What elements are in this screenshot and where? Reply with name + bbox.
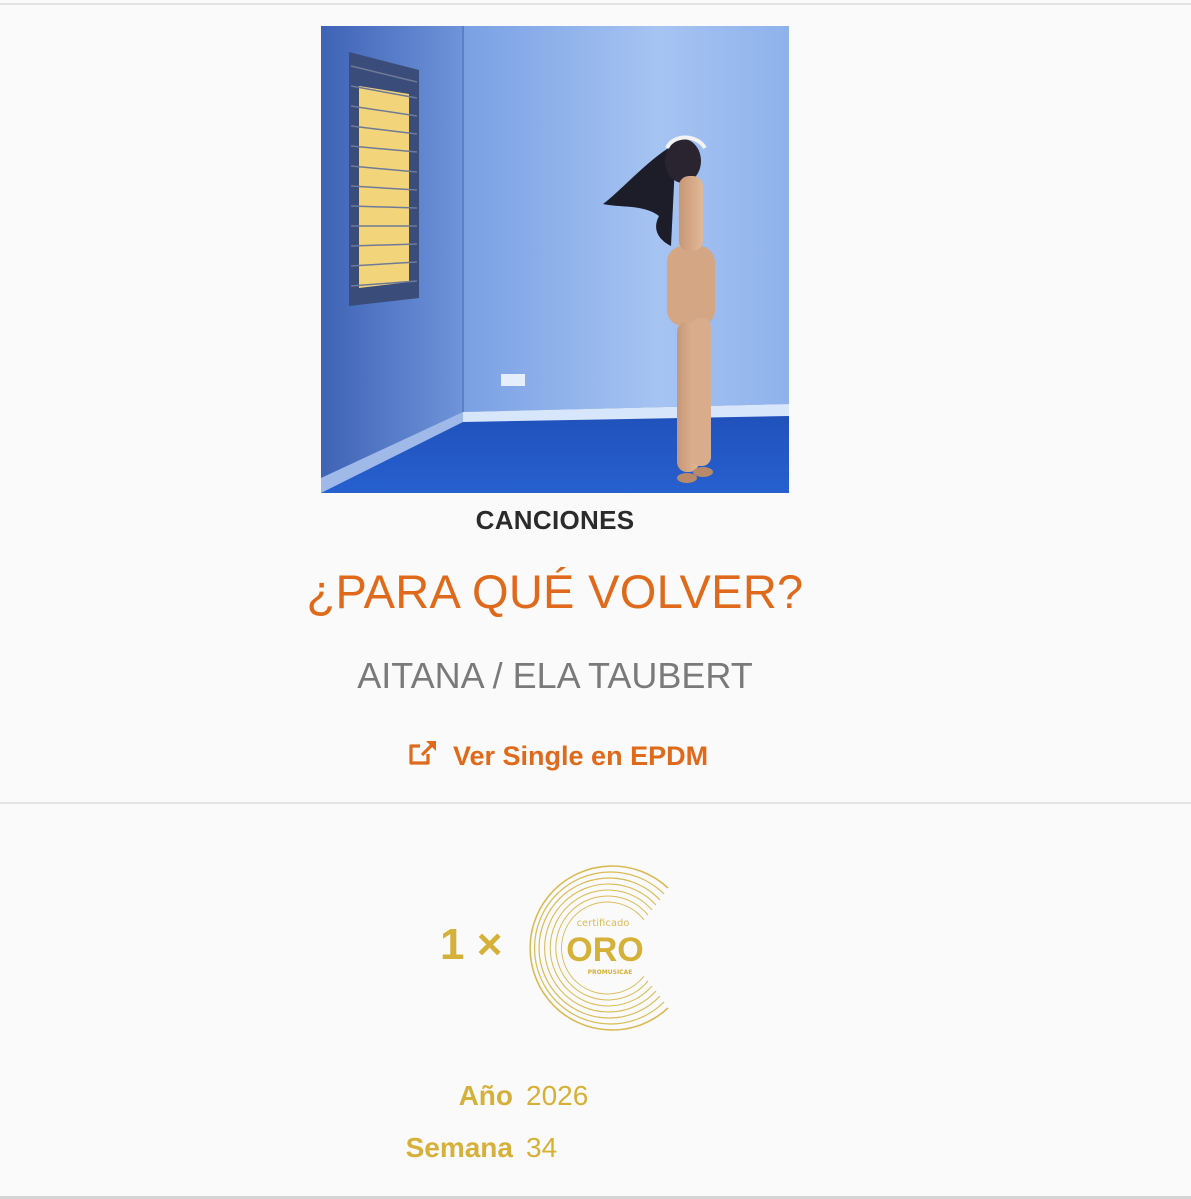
fact-label-week: Semana [405,1132,513,1163]
section-category-label: CANCIONES [475,505,635,535]
section-divider [0,802,1191,804]
top-divider [0,3,1191,5]
badge-promusicae-text: PROMUSICAE [588,969,633,976]
gold-certification-badge: certificado ORO PROMUSICAE [518,860,678,1041]
fact-value-year: 2026 [526,1080,589,1111]
fact-row-year: Año 2026 [0,1080,1191,1120]
badge-oro-text: ORO [566,931,643,969]
badge-certificado-text: certificado [577,918,630,929]
certification-multiplier: 1 × [440,920,503,969]
fact-label-year: Año [458,1080,513,1111]
external-link-icon [408,739,438,774]
fact-value-week: 34 [526,1132,558,1163]
song-title: ¿PARA QUÉ VOLVER? [306,565,804,618]
artist-names: AITANA / ELA TAUBERT [357,655,753,696]
single-cover-image [321,26,789,493]
view-single-epdm-link[interactable]: Ver Single en EPDM [408,738,708,774]
view-single-epdm-label: Ver Single en EPDM [453,740,709,771]
fact-row-week: Semana 34 [0,1132,1191,1172]
